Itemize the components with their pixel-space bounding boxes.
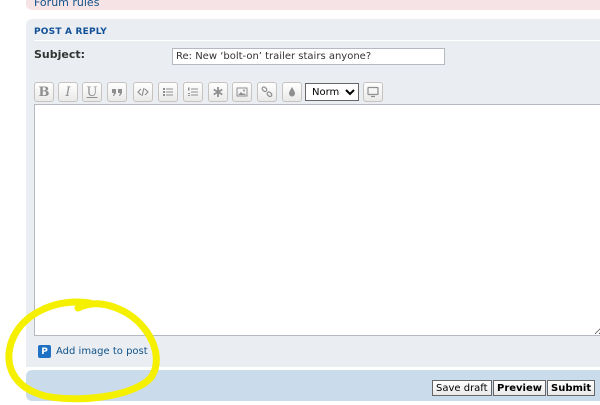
submit-button[interactable]: Submit: [547, 380, 596, 396]
forum-rules-link[interactable]: Forum rules: [34, 0, 99, 9]
bold-button[interactable]: B: [34, 82, 54, 102]
message-textarea[interactable]: [34, 104, 600, 336]
panel-title: POST A REPLY: [34, 27, 108, 37]
subject-input[interactable]: [172, 48, 445, 65]
bullet-list-icon: [163, 88, 173, 96]
save-draft-button[interactable]: Save draft: [432, 380, 492, 396]
fullscreen-button[interactable]: [363, 82, 383, 102]
link-icon: [261, 86, 273, 98]
quote-icon: [112, 89, 122, 96]
numbered-list-icon: [188, 87, 198, 96]
color-button[interactable]: [282, 82, 302, 102]
forum-rules-bar: [26, 0, 600, 10]
code-icon: [137, 87, 149, 97]
image-icon: [236, 87, 248, 97]
asterisk-icon: [213, 87, 223, 97]
subject-label: Subject:: [34, 48, 86, 61]
color-drop-icon: [289, 87, 295, 97]
quote-button[interactable]: [107, 82, 127, 102]
list-item-button[interactable]: [208, 82, 228, 102]
list-button[interactable]: [158, 82, 178, 102]
numbered-list-button[interactable]: [183, 82, 203, 102]
add-image-to-post[interactable]: P Add image to post: [38, 345, 148, 358]
postimage-icon: P: [38, 345, 51, 358]
add-image-label: Add image to post: [56, 346, 148, 357]
underline-button[interactable]: U: [82, 82, 102, 102]
image-button[interactable]: [232, 82, 252, 102]
code-button[interactable]: [133, 82, 153, 102]
font-size-select[interactable]: Normal: [305, 83, 359, 101]
panel-divider: [34, 40, 600, 41]
italic-button[interactable]: I: [58, 82, 78, 102]
link-button[interactable]: [257, 82, 277, 102]
monitor-icon: [367, 86, 379, 98]
preview-button[interactable]: Preview: [493, 380, 547, 396]
